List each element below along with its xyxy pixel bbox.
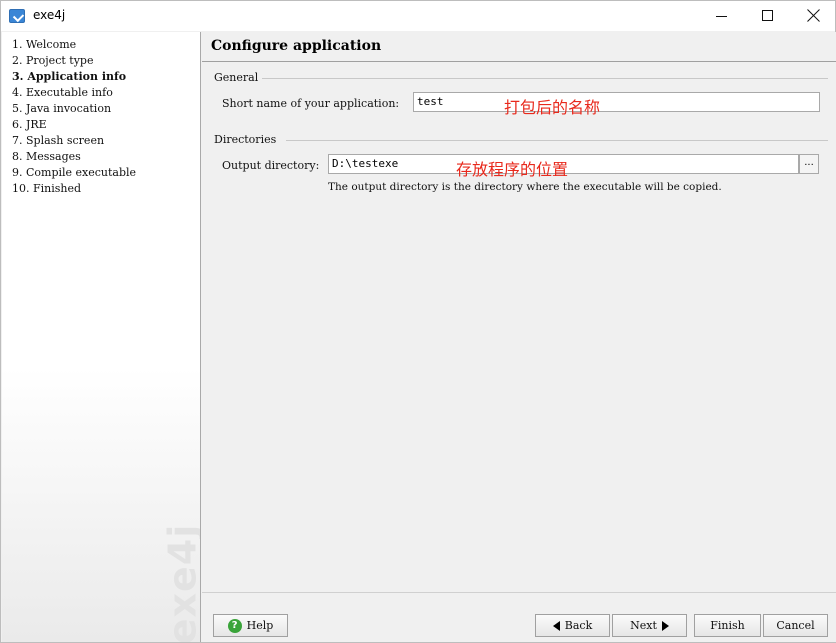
minimize-icon [716,16,727,17]
help-icon: ? [227,618,242,633]
cancel-button-label: Cancel [776,619,815,632]
next-button-label: Next [630,619,657,632]
back-button-label: Back [564,619,593,632]
maximize-button[interactable] [744,1,790,31]
help-button-label: Help [246,619,274,632]
finish-button-label: Finish [710,619,745,632]
step-java-invocation[interactable]: 5. Java invocation [12,102,111,115]
maximize-icon [762,10,773,21]
step-finished[interactable]: 10. Finished [12,182,81,195]
back-button[interactable]: Back [535,614,610,637]
exe4j-window: exe4j 1. Welcome 2. Project type 3. Appl… [0,0,836,643]
step-welcome[interactable]: 1. Welcome [12,38,76,51]
browse-button[interactable]: ... [799,154,819,174]
page-title: Configure application [211,38,382,54]
minimize-button[interactable] [698,1,744,31]
finish-button[interactable]: Finish [694,614,761,637]
step-jre[interactable]: 6. JRE [12,118,47,131]
output-directory-label: Output directory: [222,159,320,172]
bottom-divider [202,592,836,593]
title-bar[interactable]: exe4j [1,1,835,31]
help-button[interactable]: ? Help [213,614,288,637]
step-project-type[interactable]: 2. Project type [12,54,93,67]
short-name-label: Short name of your application: [222,97,400,110]
output-directory-annotation: 存放程序的位置 [456,160,569,179]
wizard-steps-panel: 1. Welcome 2. Project type 3. Applicatio… [2,32,201,642]
arrow-left-icon [552,620,560,631]
arrow-right-icon [661,620,669,631]
cancel-button[interactable]: Cancel [763,614,828,637]
close-icon [806,8,821,23]
general-group-label: General [214,71,259,84]
step-splash-screen[interactable]: 7. Splash screen [12,134,104,147]
general-group-divider [262,78,828,79]
short-name-input[interactable]: test [413,92,820,112]
exe4j-watermark-logo: exe4j [160,523,201,642]
step-executable-info[interactable]: 4. Executable info [12,86,113,99]
directories-group-divider [286,140,828,141]
window-title: exe4j [33,8,66,22]
step-application-info[interactable]: 3. Application info [12,70,126,83]
output-directory-hint: The output directory is the directory wh… [328,181,722,193]
main-content-panel: Configure application General Short name… [202,32,836,642]
directories-group-label: Directories [214,133,277,146]
title-divider [202,61,836,62]
step-messages[interactable]: 8. Messages [12,150,81,163]
exe4j-app-icon [9,9,25,23]
next-button[interactable]: Next [612,614,687,637]
close-button[interactable] [790,1,836,31]
short-name-annotation: 打包后的名称 [504,98,601,117]
step-compile-executable[interactable]: 9. Compile executable [12,166,136,179]
